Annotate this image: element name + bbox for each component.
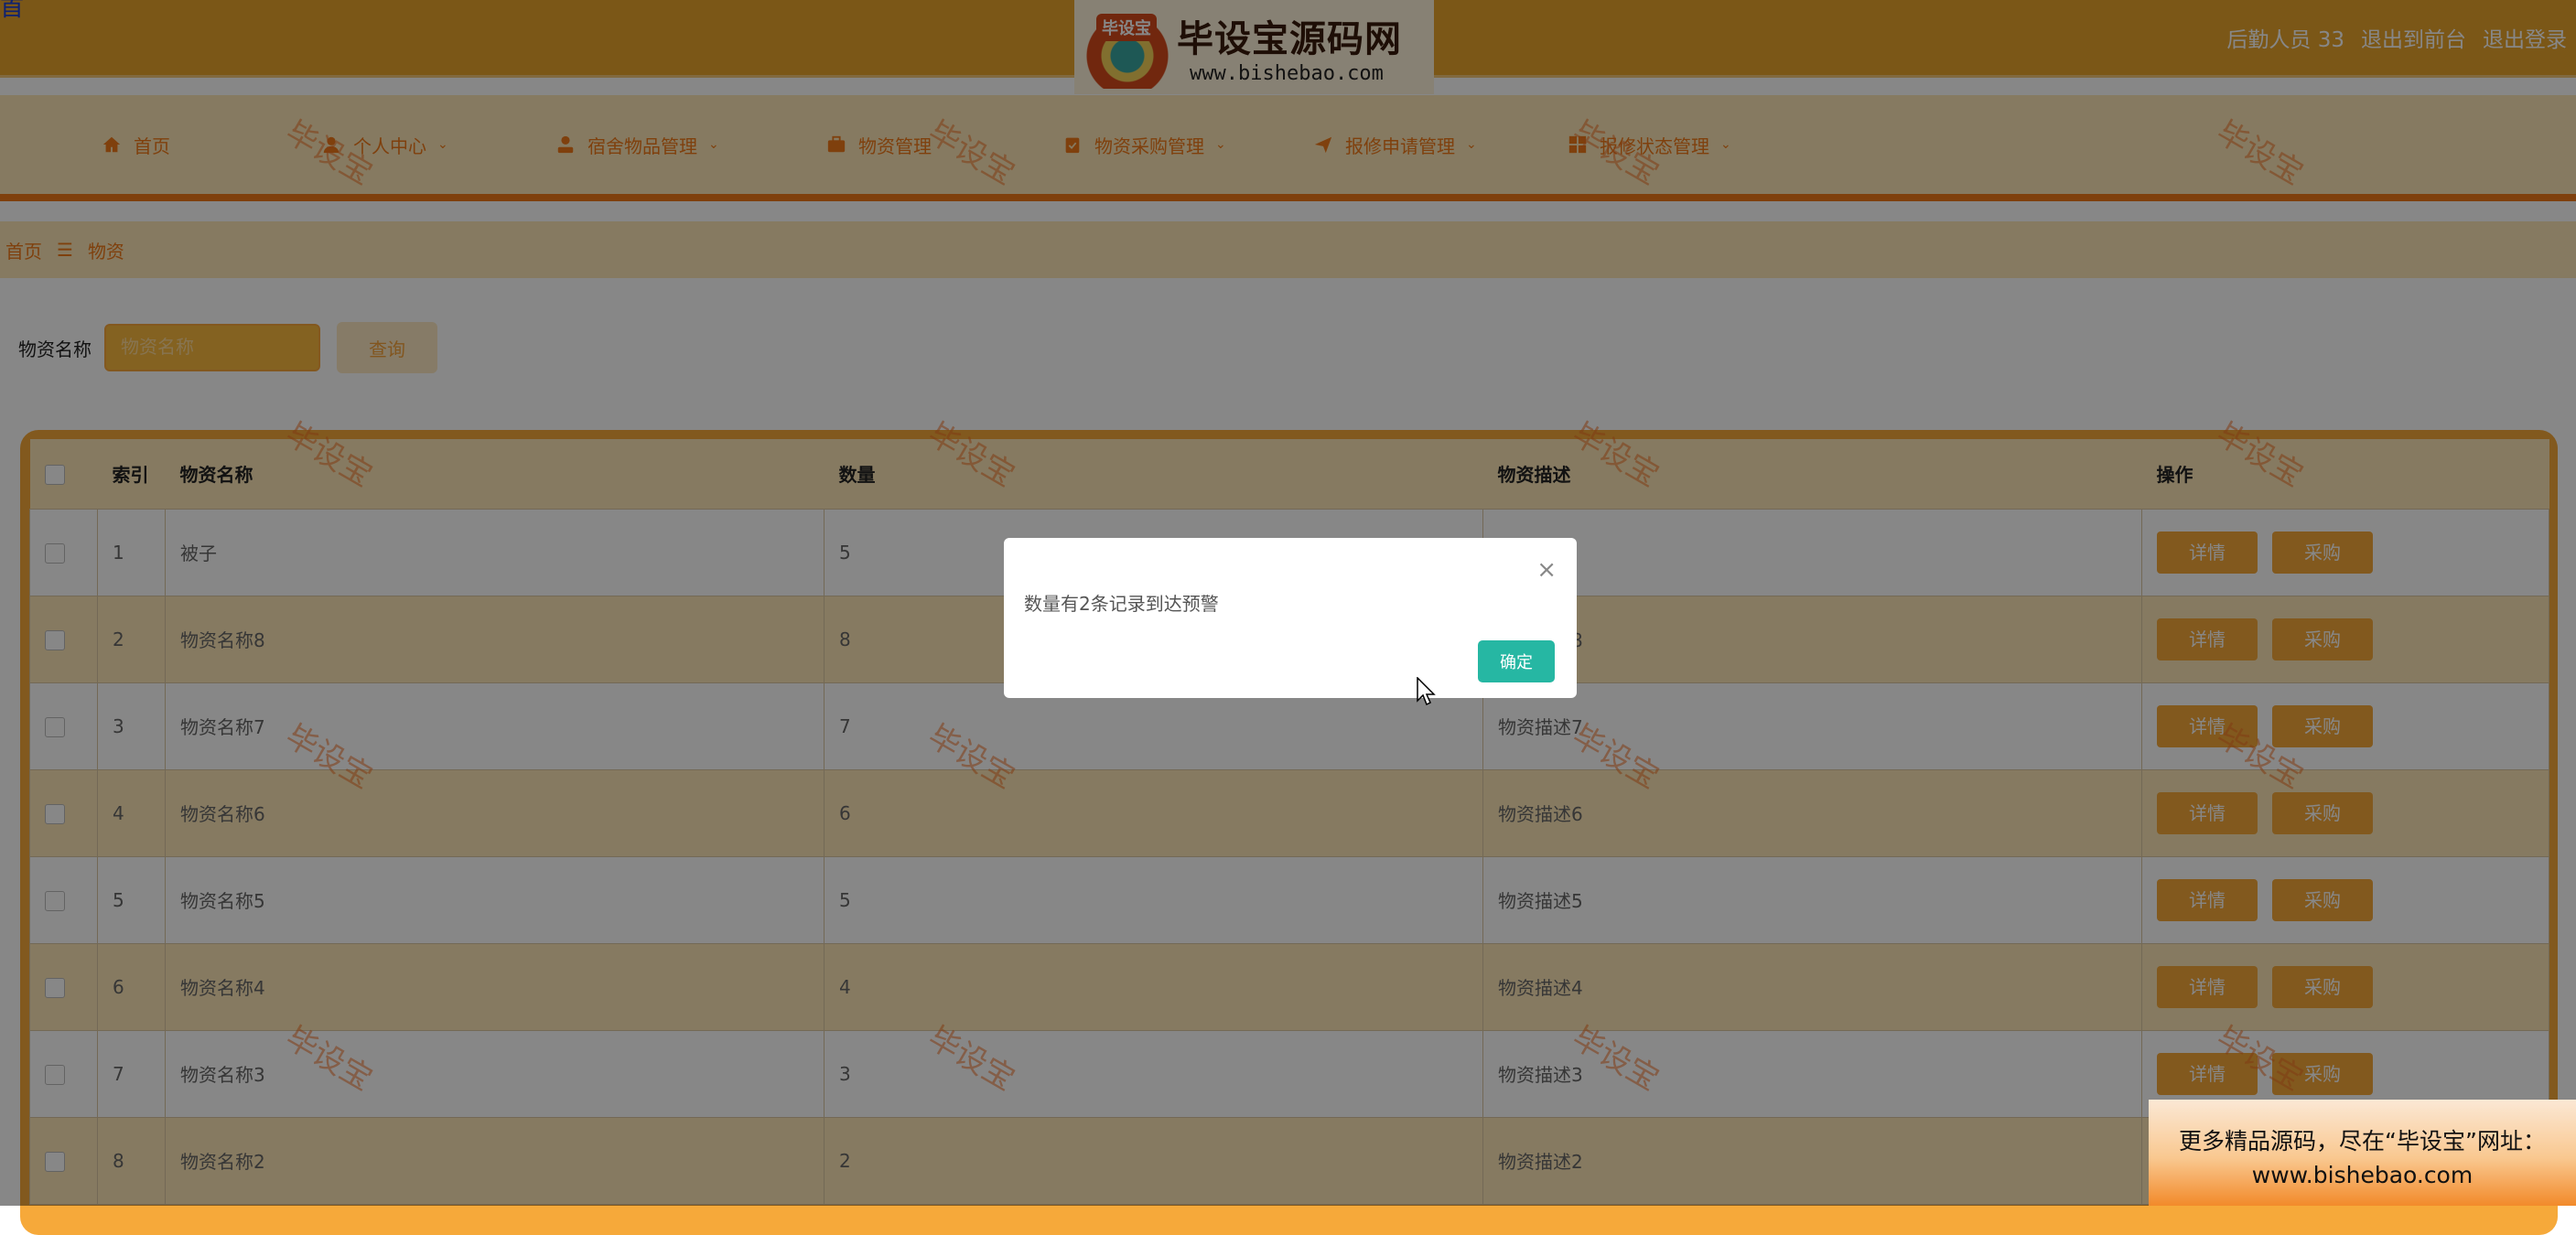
- alert-dialog: × 数量有2条记录到达预警 确定: [1004, 538, 1577, 698]
- close-icon[interactable]: ×: [1536, 556, 1557, 584]
- promo-banner: 更多精品源码，尽在“毕设宝”网址： www.bishebao.com: [2149, 1100, 2576, 1206]
- mouse-cursor-icon: [1417, 676, 1437, 710]
- dialog-message: 数量有2条记录到达预警: [1024, 593, 1219, 615]
- confirm-button[interactable]: 确定: [1478, 640, 1555, 682]
- promo-line-1: 更多精品源码，尽在“毕设宝”网址：: [2179, 1128, 2546, 1154]
- promo-line-2: www.bishebao.com: [2251, 1162, 2474, 1188]
